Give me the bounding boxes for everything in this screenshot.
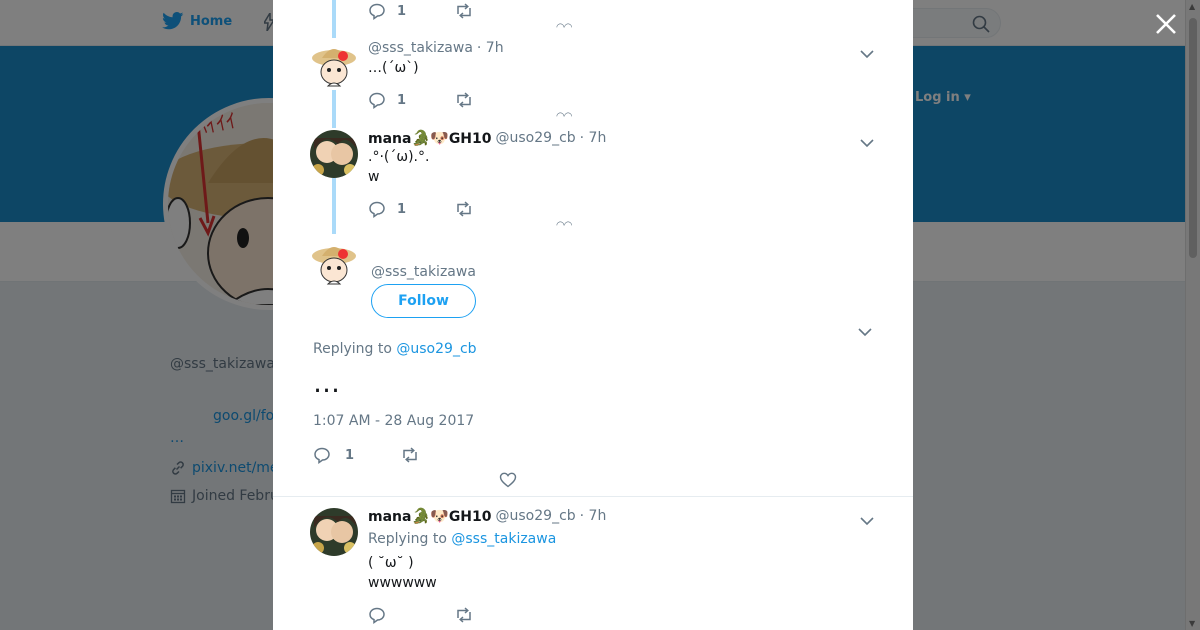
avatar[interactable]	[310, 238, 358, 286]
reply-icon	[369, 607, 385, 624]
tweet-text-line2: wwwwww	[368, 575, 437, 591]
tweet-handle[interactable]: @uso29_cb	[496, 130, 576, 146]
close-icon[interactable]	[1154, 12, 1178, 36]
mention-link[interactable]: @uso29_cb	[396, 341, 476, 357]
reply-icon	[369, 201, 385, 218]
replying-to: Replying to @uso29_cb	[313, 341, 477, 357]
retweet-button[interactable]	[455, 91, 542, 109]
retweet-button[interactable]	[455, 200, 542, 218]
follow-button[interactable]: Follow	[371, 284, 476, 318]
tweet-actions: 1	[368, 200, 542, 218]
avatar[interactable]	[310, 130, 358, 178]
mention-link[interactable]: @sss_takizawa	[451, 531, 556, 547]
tweet-time[interactable]: · 7h	[477, 40, 504, 56]
reply-button[interactable]: 1	[368, 2, 455, 20]
fullname-emoji: 🐊🐶	[411, 507, 449, 525]
reply-icon	[369, 92, 385, 109]
retweet-button[interactable]	[455, 2, 542, 20]
replying-prefix: Replying to	[313, 341, 392, 357]
more-dots-icon: ◠◠	[556, 220, 572, 231]
chevron-down-icon[interactable]	[858, 322, 872, 337]
reply-count: 1	[397, 3, 407, 19]
thread-tweet[interactable]: 1 ◠◠	[273, 0, 913, 33]
tweet-fullname[interactable]: mana🐊🐶GH10	[368, 129, 492, 147]
heart-icon[interactable]	[499, 471, 517, 489]
tweet-handle[interactable]: @uso29_cb	[496, 508, 576, 524]
tweet-text: …(´ω`)	[368, 60, 419, 76]
tweet-fullname[interactable]: mana🐊🐶GH10	[368, 507, 492, 525]
retweet-icon	[403, 447, 417, 463]
retweet-icon	[457, 3, 471, 19]
chevron-down-icon[interactable]	[860, 44, 874, 59]
retweet-button[interactable]	[401, 446, 489, 464]
reply-tweet[interactable]: mana🐊🐶GH10 @uso29_cb · 7h Replying to @s…	[273, 505, 913, 630]
reply-count: 1	[345, 447, 355, 463]
focused-tweet-header: @sss_takizawa	[371, 264, 476, 280]
reply-button[interactable]	[368, 606, 455, 624]
fullname-suffix: GH10	[448, 509, 492, 525]
tweet-actions: 1	[368, 2, 542, 20]
reply-icon	[314, 447, 330, 464]
thread-tweet[interactable]: mana🐊🐶GH10 @uso29_cb · 7h .°·(´ω).°. w 1…	[273, 127, 913, 231]
focused-tweet-actions: 1	[313, 446, 489, 464]
chevron-down-icon[interactable]	[860, 511, 874, 526]
avatar[interactable]	[310, 40, 358, 88]
tweet-text-line1: ( ˘ω˘ )	[368, 555, 414, 571]
tweet-handle[interactable]: @sss_takizawa	[368, 40, 473, 56]
fullname-emoji: 🐊🐶	[411, 129, 449, 147]
tweet-handle[interactable]: @sss_takizawa	[371, 264, 476, 280]
retweet-icon	[457, 201, 471, 217]
fullname-text: mana	[368, 509, 412, 525]
reply-button[interactable]: 1	[368, 91, 455, 109]
reply-count: 1	[397, 201, 407, 217]
focused-tweet-text: …	[313, 368, 341, 399]
thread-tweet[interactable]: @sss_takizawa · 7h …(´ω`) 1 ◠◠	[273, 38, 913, 122]
avatar[interactable]	[310, 508, 358, 556]
tweet-actions	[368, 606, 542, 624]
fullname-suffix: GH10	[448, 131, 492, 147]
retweet-button[interactable]	[455, 606, 542, 624]
divider	[273, 496, 913, 497]
tweet-header: mana🐊🐶GH10 @uso29_cb · 7h	[368, 507, 606, 525]
tweet-header: mana🐊🐶GH10 @uso29_cb · 7h	[368, 129, 606, 147]
tweet-header: @sss_takizawa · 7h	[368, 40, 504, 56]
fullname-text: mana	[368, 131, 412, 147]
replying-prefix: Replying to	[368, 531, 447, 547]
tweet-permalink-modal: 1 ◠◠ @sss_takizawa · 7h …(´ω`) 1 ◠◠ mana…	[273, 0, 913, 630]
retweet-icon	[457, 607, 471, 623]
reply-count: 1	[397, 92, 407, 108]
chevron-down-icon[interactable]	[860, 133, 874, 148]
reply-button[interactable]: 1	[368, 200, 455, 218]
tweet-text-line1: .°·(´ω).°.	[368, 149, 430, 165]
more-dots-icon: ◠◠	[556, 111, 572, 122]
more-dots-icon: ◠◠	[556, 22, 572, 33]
reply-icon	[369, 3, 385, 20]
tweet-text-line2: w	[368, 169, 380, 185]
tweet-time[interactable]: · 7h	[580, 508, 607, 524]
reply-button[interactable]: 1	[313, 446, 401, 464]
focused-tweet-timestamp[interactable]: 1:07 AM - 28 Aug 2017	[313, 413, 474, 429]
tweet-time[interactable]: · 7h	[580, 130, 607, 146]
retweet-icon	[457, 92, 471, 108]
replying-to: Replying to @sss_takizawa	[368, 531, 556, 547]
tweet-actions: 1	[368, 91, 542, 109]
